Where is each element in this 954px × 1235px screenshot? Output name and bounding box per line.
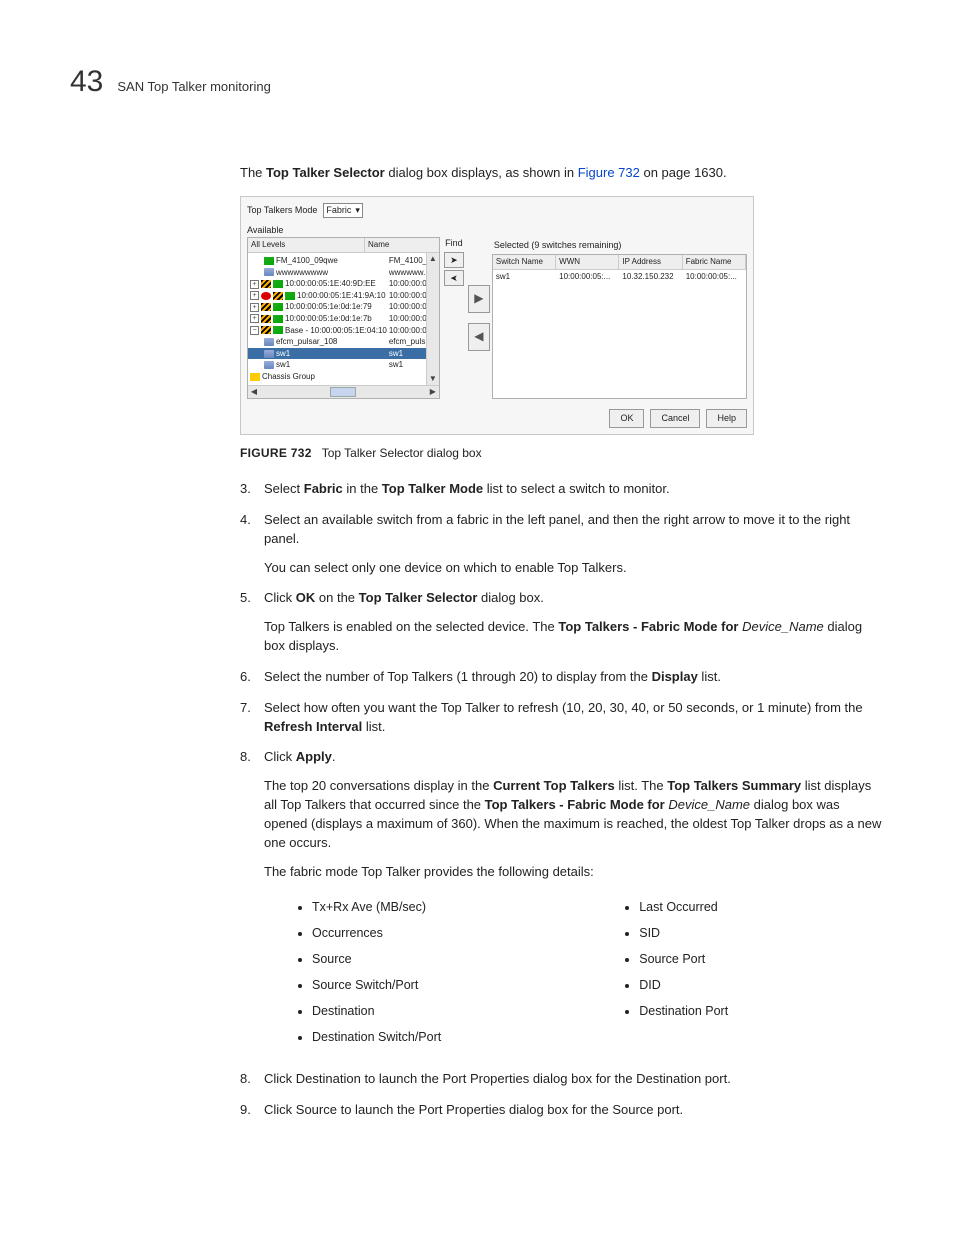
scroll-up-icon[interactable]: ▲ [429,255,437,263]
figure-caption: FIGURE 732 Top Talker Selector dialog bo… [240,445,884,462]
ok-button[interactable]: OK [609,409,644,428]
chapter-number: 43 [70,60,103,104]
tree-item-name: FM_4100_09qwe [276,255,387,267]
col-fabric-name[interactable]: Fabric Name [683,255,746,269]
fabric-icon [261,315,271,323]
expand-icon[interactable]: + [250,314,259,323]
fabric-icon [273,292,283,300]
detail-item: Source Port [639,946,728,972]
mode-select[interactable]: Fabric ▾ [323,203,363,218]
fabric-icon [261,326,271,334]
detail-item: SID [639,920,728,946]
device-icon [273,315,283,323]
details-right: Last OccurredSIDSource PortDIDDestinatio… [621,894,728,1051]
tree-row[interactable]: −Base - 10:00:00:05:1E:04:1010:00:00:05:… [248,325,439,337]
find-label: Find [445,237,463,250]
details-left: Tx+Rx Ave (MB/sec)OccurrencesSourceSourc… [294,894,441,1051]
procedure-steps: Select Fabric in the Top Talker Mode lis… [240,480,884,882]
tree-row[interactable]: +10:00:00:05:1E:40:9D:EE10:00:00:05:... [248,278,439,290]
figure-ref-link[interactable]: Figure 732 [578,165,640,180]
device-icon [273,326,283,334]
detail-item: Source Switch/Port [312,972,441,998]
move-right-button[interactable]: ▶ [468,285,490,313]
available-panel: All Levels Name FM_4100_09qweFM_4100_09.… [247,237,440,398]
tree-item-name: Base - 10:00:00:05:1E:04:10 [285,325,387,337]
move-left-button[interactable]: ◀ [468,323,490,351]
scroll-right-icon[interactable]: ▶ [429,388,437,396]
detail-item: Destination Port [639,998,728,1024]
tree-item-name: efcm_pulsar_108 [276,336,387,348]
detail-columns: Tx+Rx Ave (MB/sec)OccurrencesSourceSourc… [294,894,884,1051]
fabric-icon [261,303,271,311]
tree-row[interactable]: sw1sw1 [248,359,439,371]
detail-item: Tx+Rx Ave (MB/sec) [312,894,441,920]
device-icon [285,292,295,300]
tree-item-name: 10:00:00:05:1E:40:9D:EE [285,278,387,290]
selected-panel: Switch Name WWN IP Address Fabric Name s… [492,254,747,398]
detail-item: Source [312,946,441,972]
col-switch-name[interactable]: Switch Name [493,255,556,269]
tree-item-name: sw1 [276,348,387,360]
tree-item-name: 10:00:00:05:1E:41:9A:10 [297,290,387,302]
figure-intro-text: The Top Talker Selector dialog box displ… [240,164,884,183]
detail-item: Occurrences [312,920,441,946]
switch-icon [264,350,274,358]
cancel-button[interactable]: Cancel [650,409,700,428]
tree-item-name: 10:00:00:05:1e:0d:1e:7b [285,313,387,325]
page-header: 43 SAN Top Talker monitoring [70,60,884,104]
fabric-icon [261,280,271,288]
tree-row[interactable]: FM_4100_09qweFM_4100_09... [248,255,439,267]
switch-icon [264,338,274,346]
tree-item-name: 10:00:00:05:1e:0d:1e:79 [285,301,387,313]
device-icon [264,257,274,265]
tree-row[interactable]: +10:00:00:05:1e:0d:1e:7b10:00:00:05:... [248,313,439,325]
selected-heading: Selected (9 switches remaining) [492,237,747,254]
available-heading: Available [247,224,419,237]
section-title: SAN Top Talker monitoring [117,78,270,97]
status-error-icon [261,292,271,300]
tree-item-name: sw1 [276,359,387,371]
detail-item: Destination [312,998,441,1024]
expand-icon[interactable]: + [250,303,259,312]
tree-col-name[interactable]: Name [365,238,439,252]
top-talker-selector-dialog: Top Talkers Mode Fabric ▾ Available All … [240,196,754,434]
tree-row[interactable]: sw1sw1 [248,348,439,360]
find-prev-button[interactable]: ➤ [444,270,464,286]
dialog-figure: Top Talkers Mode Fabric ▾ Available All … [240,196,884,434]
scroll-down-icon[interactable]: ▼ [429,375,437,383]
procedure-steps-cont: 8. Click Destination to launch the Port … [240,1070,884,1120]
help-button[interactable]: Help [706,409,747,428]
detail-item: Last Occurred [639,894,728,920]
tree-row[interactable]: +10:00:00:05:1E:41:9A:1010:00:00:05:... [248,290,439,302]
mode-label: Top Talkers Mode [247,204,317,217]
device-icon [273,280,283,288]
expand-icon[interactable]: + [250,280,259,289]
tree-item-name: Chassis Group [262,371,387,383]
switch-icon [264,361,274,369]
detail-item: Destination Switch/Port [312,1024,441,1050]
available-tree[interactable]: FM_4100_09qweFM_4100_09...wwwwwwwwwwwwww… [248,253,439,385]
switch-icon [264,268,274,276]
collapse-icon[interactable]: − [250,326,259,335]
detail-item: DID [639,972,728,998]
scrollbar-vertical[interactable]: ▲ ▼ [426,253,439,385]
tree-row[interactable]: wwwwwwwwwwwwwww... [248,267,439,279]
scroll-left-icon[interactable]: ◀ [250,388,258,396]
tree-row[interactable]: +10:00:00:05:1e:0d:1e:7910:00:00:05:... [248,301,439,313]
tree-col-levels[interactable]: All Levels [248,238,365,252]
find-next-button[interactable]: ➤ [444,252,464,268]
chevron-down-icon: ▾ [355,204,360,217]
tree-item-name: wwwwwwwww [276,267,387,279]
device-icon [273,303,283,311]
tree-row[interactable]: Chassis Group [248,371,439,383]
scrollbar-horizontal[interactable]: ◀ ▶ [248,385,439,398]
tree-row[interactable]: efcm_pulsar_108efcm_pulsar... [248,336,439,348]
group-icon [250,373,260,381]
selected-row[interactable]: sw1 10:00:00:05:... 10.32.150.232 10:00:… [493,270,746,284]
col-ip[interactable]: IP Address [619,255,682,269]
col-wwn[interactable]: WWN [556,255,619,269]
expand-icon[interactable]: + [250,291,259,300]
